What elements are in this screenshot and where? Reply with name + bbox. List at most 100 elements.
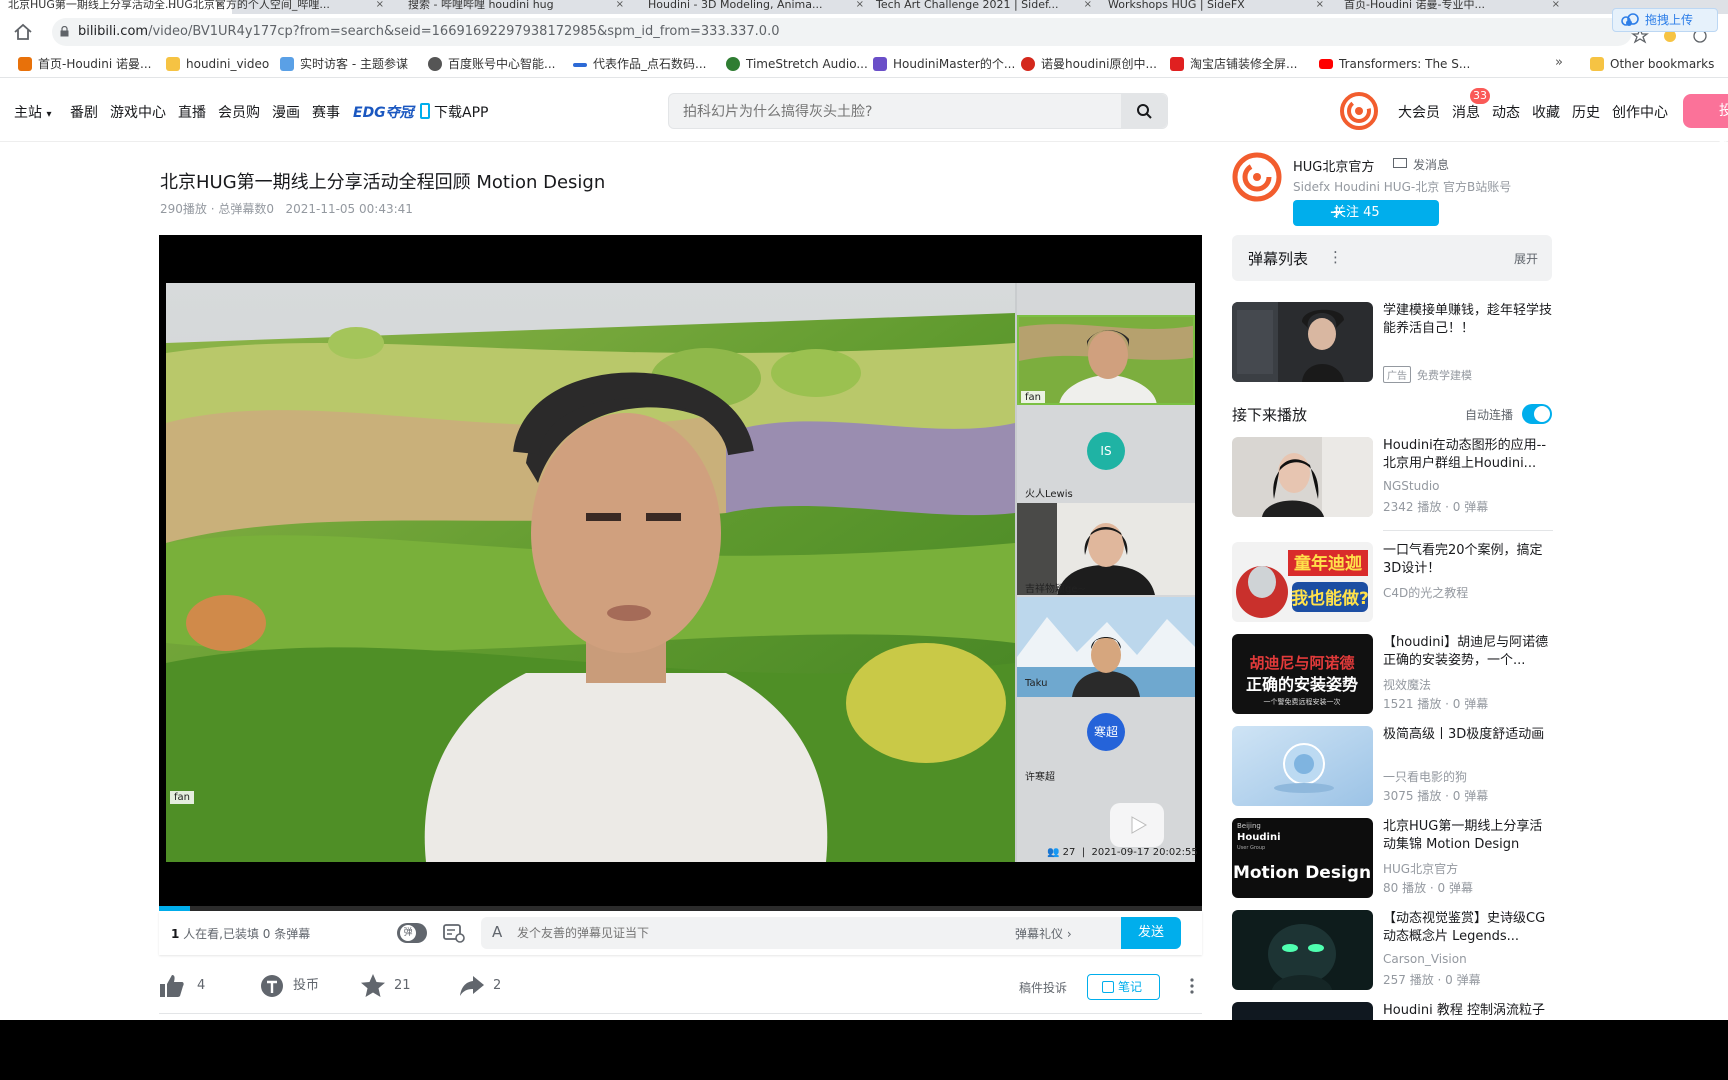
plus-icon: +: [1329, 202, 1345, 223]
post-button[interactable]: 投稿: [1683, 94, 1728, 153]
more-vertical-icon[interactable]: ⋮: [1328, 248, 1343, 266]
recommendation-item[interactable]: Houdini在动态图形的应用--北京用户群组上Houdini... NGStu…: [1232, 437, 1552, 519]
nav-esports[interactable]: 赛事: [312, 102, 340, 122]
recommendation-uploader[interactable]: NGStudio: [1383, 479, 1440, 493]
recommendation-uploader[interactable]: HUG北京官方: [1383, 860, 1458, 877]
recommendation-item[interactable]: 极简高级丨3D极度舒适动画 一只看电影的狗 3075 播放 · 0 弹幕: [1232, 726, 1552, 808]
search-button[interactable]: [1121, 94, 1167, 128]
uploader-name[interactable]: HUG北京官方: [1293, 156, 1374, 175]
send-message-link[interactable]: 发消息: [1393, 156, 1449, 173]
nav-edg-banner[interactable]: EDG夺冠: [353, 102, 414, 122]
close-icon[interactable]: ×: [856, 0, 864, 10]
recommendation-title[interactable]: 【动态视觉鉴赏】史诗级CG动态概念片 Legends...: [1383, 910, 1553, 946]
danmaku-input[interactable]: [517, 924, 937, 942]
search-input[interactable]: [683, 102, 1083, 122]
danmaku-send-button[interactable]: 发送: [1121, 917, 1181, 949]
close-icon[interactable]: ×: [376, 0, 384, 10]
bookmark-item[interactable]: TimeStretch Audio...: [726, 56, 868, 72]
nav-bangumi[interactable]: 番剧: [70, 102, 98, 122]
report-link[interactable]: 稿件投诉: [1019, 979, 1067, 996]
autoplay-switch[interactable]: [1522, 404, 1552, 424]
recommendation-uploader[interactable]: 一只看电影的狗: [1383, 768, 1467, 785]
like-button[interactable]: 4: [159, 972, 205, 1000]
danmaku-list-expand[interactable]: 展开: [1514, 250, 1538, 267]
more-options-icon[interactable]: [1190, 978, 1194, 994]
share-button[interactable]: 2: [459, 972, 501, 1000]
nav-main-station[interactable]: 主站 ▾: [14, 102, 51, 122]
bookmark-item[interactable]: HoudiniMaster的个...: [873, 56, 1015, 72]
favorite-button[interactable]: 21: [360, 972, 411, 1000]
browser-tab[interactable]: Workshops HUG | SideFX ×: [1100, 0, 1332, 14]
recommendation-title[interactable]: 一口气看完20个案例，搞定3D设计！: [1383, 542, 1553, 578]
bilibili-swirl-logo-icon[interactable]: [1340, 92, 1378, 130]
recommendation-item[interactable]: Houdini 教程 控制涡流粒子: [1232, 1002, 1552, 1020]
play-button[interactable]: [1110, 803, 1164, 847]
recommendation-title[interactable]: 北京HUG第一期线上分享活动集锦 Motion Design: [1383, 818, 1553, 854]
recommendation-title[interactable]: Houdini在动态图形的应用--北京用户群组上Houdini...: [1383, 437, 1553, 473]
nav-dynamics[interactable]: 动态: [1492, 102, 1520, 122]
nav-download-app[interactable]: 下载APP: [420, 102, 488, 122]
uploader-avatar[interactable]: [1232, 152, 1282, 202]
other-bookmarks-label: Other bookmarks: [1610, 57, 1715, 71]
recommendation-thumbnail[interactable]: [1232, 437, 1373, 517]
bookmark-item[interactable]: 实时访客 - 主题参谋: [280, 56, 408, 72]
close-icon[interactable]: ×: [1316, 0, 1324, 10]
nav-vip[interactable]: 大会员: [1398, 102, 1440, 122]
ad-thumbnail[interactable]: [1232, 302, 1373, 382]
browser-tab[interactable]: Houdini - 3D Modeling, Anima... ×: [640, 0, 872, 14]
recommendation-uploader[interactable]: Carson_Vision: [1383, 952, 1467, 966]
danmaku-list-panel[interactable]: 弹幕列表 ⋮ 展开: [1232, 235, 1552, 281]
bookmark-item[interactable]: 代表作品_点石数码...: [573, 56, 706, 72]
bookmark-item[interactable]: houdini_video: [166, 56, 269, 72]
home-icon[interactable]: [12, 21, 34, 43]
follow-button[interactable]: + 关注 45: [1293, 200, 1439, 226]
drag-upload-button[interactable]: 拖拽上传: [1612, 8, 1718, 32]
close-icon[interactable]: ×: [616, 0, 624, 10]
recommendation-uploader[interactable]: 视效魔法: [1383, 676, 1431, 693]
bookmark-item[interactable]: Transformers: The S...: [1319, 56, 1470, 72]
recommendation-item[interactable]: Beijing Houdini User Group Motion Design…: [1232, 818, 1552, 900]
browser-tab[interactable]: HUG北京官方的个人空间_哔哩... ×: [160, 0, 392, 14]
nav-favorites[interactable]: 收藏: [1532, 102, 1560, 122]
close-icon[interactable]: ×: [1552, 0, 1560, 10]
other-bookmarks[interactable]: Other bookmarks: [1590, 56, 1714, 72]
coin-button[interactable]: 投币: [259, 972, 319, 1000]
recommendation-item[interactable]: 【动态视觉鉴赏】史诗级CG动态概念片 Legends... Carson_Vis…: [1232, 910, 1552, 992]
url-field[interactable]: bilibili.com/video/BV1UR4y177cp?from=sea…: [52, 18, 1632, 46]
danmaku-settings-icon[interactable]: [443, 923, 465, 943]
recommendation-thumbnail[interactable]: [1232, 726, 1373, 806]
bookmark-item[interactable]: 淘宝店铺装修全屏...: [1170, 56, 1297, 72]
bookmark-item[interactable]: 首页-Houdini 诺曼...: [18, 56, 151, 72]
font-style-icon[interactable]: A: [492, 923, 502, 941]
recommendation-thumbnail[interactable]: [1232, 910, 1373, 990]
recommendation-item[interactable]: 童年迪迦 我也能做? 一口气看完20个案例，搞定3D设计！ C4D的光之教程: [1232, 542, 1552, 624]
nav-mall[interactable]: 会员购: [218, 102, 260, 122]
recommendation-thumbnail[interactable]: 童年迪迦 我也能做?: [1232, 542, 1373, 622]
recommendation-title[interactable]: 【houdini】胡迪尼与阿诺德正确的安装姿势，一个...: [1383, 634, 1553, 670]
bookmarks-overflow-button[interactable]: »: [1555, 55, 1563, 70]
nav-history[interactable]: 历史: [1572, 102, 1600, 122]
video-player[interactable]: fan fan IS 火人Lewis 吉祥物颖ge~ Taku 寒超 许寒超 👥…: [159, 235, 1202, 911]
browser-tab[interactable]: Tech Art Challenge 2021 | Sidef... ×: [868, 0, 1100, 14]
nav-creator-center[interactable]: 创作中心: [1612, 102, 1668, 122]
bookmark-item[interactable]: 百度账号中心智能...: [428, 56, 555, 72]
note-button[interactable]: 笔记: [1087, 974, 1160, 1000]
recommendation-item[interactable]: 胡迪尼与阿诺德 正确的安装姿势 一个警免费远程安装一次 【houdini】胡迪尼…: [1232, 634, 1552, 716]
nav-messages[interactable]: 消息: [1452, 102, 1480, 122]
browser-tab[interactable]: 首页-Houdini 诺曼-专业中... ×: [1336, 0, 1568, 14]
recommendation-thumbnail[interactable]: [1232, 1002, 1373, 1020]
recommendation-uploader[interactable]: C4D的光之教程: [1383, 584, 1468, 601]
recommendation-thumbnail[interactable]: Beijing Houdini User Group Motion Design: [1232, 818, 1373, 898]
recommendation-thumbnail[interactable]: 胡迪尼与阿诺德 正确的安装姿势 一个警免费远程安装一次: [1232, 634, 1373, 714]
close-icon[interactable]: ×: [1084, 0, 1092, 10]
browser-tab[interactable]: 搜索 - 哔哩哔哩 houdini hug ×: [400, 0, 632, 14]
bookmark-item[interactable]: 诺曼houdini原创中...: [1021, 56, 1157, 72]
danmaku-etiquette-link[interactable]: 弹幕礼仪 ›: [1015, 925, 1072, 942]
nav-live[interactable]: 直播: [178, 102, 206, 122]
nav-game-center[interactable]: 游戏中心: [110, 102, 166, 122]
recommendation-title[interactable]: Houdini 教程 控制涡流粒子: [1383, 1002, 1553, 1020]
danmaku-toggle[interactable]: 弹: [397, 923, 427, 943]
recommendation-title[interactable]: 极简高级丨3D极度舒适动画: [1383, 726, 1553, 744]
nav-manga[interactable]: 漫画: [272, 102, 300, 122]
ad-title[interactable]: 学建模接单赚钱，趁年轻学技能养活自己！！: [1383, 302, 1553, 338]
